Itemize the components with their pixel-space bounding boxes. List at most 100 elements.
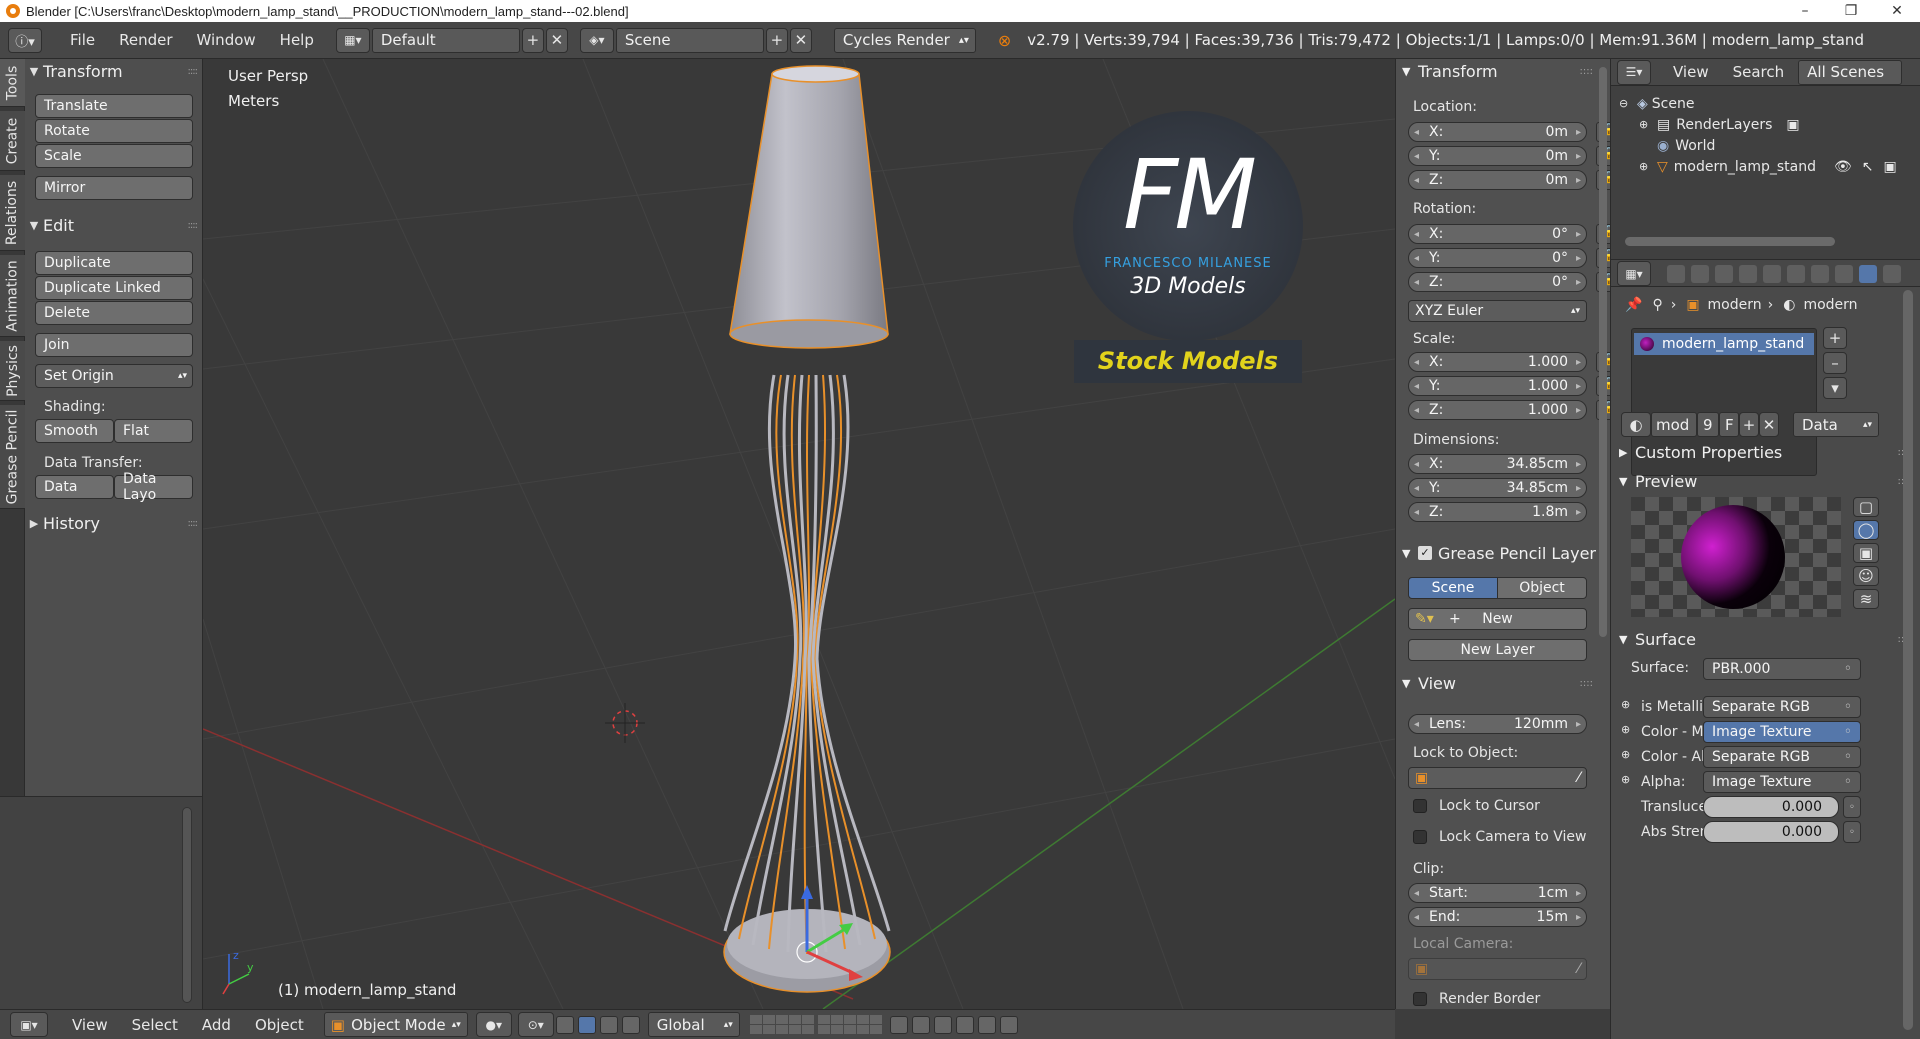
transform-header[interactable]: ▼ Transform:::: (1402, 60, 1597, 82)
dimension-x-field[interactable]: X:34.85cm (1408, 454, 1587, 474)
scale-y-field[interactable]: Y:1.000 (1408, 376, 1587, 396)
scene-field[interactable]: Scene (615, 27, 764, 53)
panel-grip-icon[interactable]: :::: (188, 518, 199, 529)
clip-start-field[interactable]: Start:1cm (1408, 883, 1587, 903)
duplicate-button[interactable]: Duplicate (35, 251, 193, 275)
flat-shading-button[interactable]: Flat (114, 419, 193, 443)
rotate-manipulator-icon[interactable] (599, 1015, 618, 1034)
scale-button[interactable]: Scale (35, 144, 193, 168)
link-mode-dropdown[interactable]: Data ▴▾ (1793, 412, 1879, 437)
tab-physics[interactable]: Physics (0, 341, 25, 401)
editor-type-info-button[interactable]: ⓘ▾ (8, 27, 42, 53)
opengl-render-icon[interactable] (977, 1015, 996, 1034)
properties-editor-type-button[interactable]: ▦▾ (1617, 261, 1651, 286)
set-origin-dropdown[interactable]: Set Origin ▴▾ (35, 364, 193, 388)
menu-view[interactable]: View (60, 1016, 120, 1034)
cursor-select-icon[interactable]: ↖ (1862, 159, 1874, 175)
preview-monkey-icon[interactable]: ☺ (1853, 566, 1879, 586)
layer-buttons[interactable] (817, 1015, 882, 1034)
preview-sphere-icon[interactable]: ◯ (1853, 520, 1879, 540)
expand-input-icon[interactable]: ⊕ (1621, 773, 1630, 786)
transform-orientation-dropdown[interactable]: Global ▴▾ (647, 1012, 740, 1037)
outliner-item-scene[interactable]: ⊖ ◈ Scene (1611, 93, 1920, 114)
custom-properties-header[interactable]: ▶Custom Properties:::: (1619, 441, 1915, 463)
data-transfer-button[interactable]: Data (35, 475, 114, 499)
input-node-color-ma[interactable]: Image Texture (1703, 721, 1861, 743)
scene-browse-button[interactable]: ◈▾ (579, 27, 614, 53)
lock-camera-checkbox[interactable] (1413, 830, 1427, 844)
location-x-field[interactable]: X:0m (1408, 122, 1587, 142)
material-slot-item[interactable]: modern_lamp_stand (1634, 333, 1814, 355)
new-material-icon[interactable]: + (1739, 412, 1759, 437)
edit-panel-header[interactable]: ▼ Edit :::: (25, 214, 203, 236)
render-tab-icon[interactable] (1667, 265, 1685, 283)
outliner-search-menu[interactable]: Search (1721, 63, 1797, 81)
material-name-field[interactable]: mod (1651, 412, 1697, 437)
tab-tools[interactable]: Tools (0, 59, 25, 107)
duplicate-linked-button[interactable]: Duplicate Linked (35, 276, 193, 300)
texture-tab-icon[interactable] (1883, 265, 1901, 283)
material-browse-icon[interactable]: ◐ (1621, 412, 1651, 437)
transform-panel-header[interactable]: ▼ Transform :::: (25, 60, 203, 82)
menu-window[interactable]: Window (185, 31, 268, 49)
tab-scene-datasource[interactable]: Scene (1408, 577, 1498, 599)
translucent-slider[interactable]: 0.000 (1703, 796, 1839, 818)
grease-pencil-layer-header[interactable]: ▼ ✓ Grease Pencil Layer (1402, 542, 1597, 564)
fake-user-toggle[interactable]: F (1719, 412, 1739, 437)
rotation-y-field[interactable]: Y:0° (1408, 248, 1587, 268)
proportional-edit-icon[interactable] (911, 1015, 930, 1034)
layout-remove-icon[interactable]: ✕ (545, 27, 568, 53)
world-tab-icon[interactable] (1739, 265, 1757, 283)
layer-buttons[interactable] (749, 1015, 814, 1034)
constraints-tab-icon[interactable] (1787, 265, 1805, 283)
rotation-mode-dropdown[interactable]: XYZ Euler ▴▾ (1408, 300, 1587, 322)
input-link-icon[interactable]: ◦ (1843, 821, 1861, 843)
operator-scrollbar[interactable] (182, 807, 192, 1003)
scene-tab-icon[interactable] (1715, 265, 1733, 283)
abs-strength-slider[interactable]: 0.000 (1703, 821, 1839, 843)
remove-slot-icon[interactable]: – (1823, 352, 1847, 374)
panel-grip-icon[interactable]: :::: (1580, 66, 1593, 77)
location-z-field[interactable]: Z:0m (1408, 170, 1587, 190)
unlink-material-icon[interactable]: ✕ (1759, 412, 1779, 437)
expand-input-icon[interactable]: ⊕ (1621, 723, 1630, 736)
delete-button[interactable]: Delete (35, 301, 193, 325)
menu-select[interactable]: Select (120, 1016, 190, 1034)
outliner-view-menu[interactable]: View (1661, 63, 1721, 81)
collapse-icon[interactable]: ⊖ (1619, 97, 1633, 110)
rotation-x-field[interactable]: X:0° (1408, 224, 1587, 244)
translate-manipulator-icon[interactable] (577, 1015, 596, 1034)
menu-render[interactable]: Render (107, 31, 184, 49)
rotate-button[interactable]: Rotate (35, 119, 193, 143)
scene-add-icon[interactable]: + (765, 27, 788, 53)
layout-browse-button[interactable]: ▦▾ (335, 27, 370, 53)
join-button[interactable]: Join (35, 333, 193, 357)
eye-icon[interactable]: 👁 (1834, 159, 1852, 175)
panel-grip-icon[interactable]: :::: (188, 66, 199, 77)
outliner-item-renderlayers[interactable]: ⊕ ▤ RenderLayers ▣ (1611, 114, 1920, 135)
surface-node-field[interactable]: PBR.000 (1703, 658, 1861, 680)
mirror-button[interactable]: Mirror (35, 176, 193, 200)
lock-to-cursor-checkbox[interactable] (1413, 799, 1427, 813)
scale-manipulator-icon[interactable] (621, 1015, 640, 1034)
rotation-z-field[interactable]: Z:0° (1408, 272, 1587, 292)
menu-help[interactable]: Help (268, 31, 326, 49)
tab-create[interactable]: Create (0, 111, 25, 171)
tab-relations[interactable]: Relations (0, 175, 25, 251)
layer-lock-icon[interactable] (889, 1015, 908, 1034)
menu-add[interactable]: Add (190, 1016, 243, 1034)
screen-layout-field[interactable]: Default (371, 27, 520, 53)
outliner-display-mode[interactable]: All Scenes (1798, 59, 1903, 85)
location-y-field[interactable]: Y:0m (1408, 146, 1587, 166)
translate-button[interactable]: Translate (35, 94, 193, 118)
preview-cube-icon[interactable]: ▣ (1853, 543, 1879, 563)
slot-menu-icon[interactable]: ▾ (1823, 377, 1847, 399)
input-link-icon[interactable]: ◦ (1843, 796, 1861, 818)
input-node-alpha[interactable]: Image Texture (1703, 771, 1861, 793)
preview-header[interactable]: ▼Preview:::: (1619, 470, 1915, 492)
data-layout-button[interactable]: Data Layo (114, 471, 193, 503)
eyedropper-icon[interactable]: ⁄ (1578, 770, 1580, 786)
object-tab-icon[interactable] (1763, 265, 1781, 283)
expand-icon[interactable]: ⊕ (1639, 118, 1653, 131)
camera-render-icon[interactable]: ▣ (1884, 159, 1897, 175)
